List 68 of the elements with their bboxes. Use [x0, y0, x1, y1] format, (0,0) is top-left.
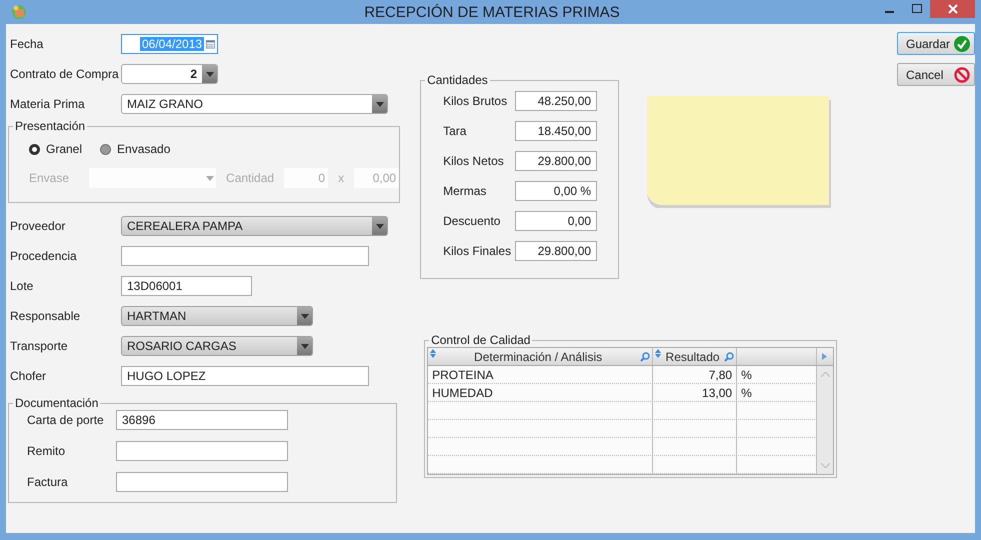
input-field[interactable]: HUGO LOPEZ: [121, 366, 369, 386]
caret-icon: [822, 353, 828, 360]
field-label: Tara: [443, 124, 468, 138]
field-label: Transporte: [10, 339, 69, 353]
field-label: Kilos Netos: [443, 154, 505, 168]
field-label: Contrato de Compra: [10, 67, 120, 81]
field-label: Kilos Brutos: [443, 94, 508, 108]
sort-icon: [655, 349, 662, 358]
field-label: Kilos Finales: [443, 244, 512, 258]
field-label: Responsable: [10, 309, 82, 323]
dropdown-arrow-icon: [204, 176, 216, 180]
field-label: Carta de porte: [26, 413, 105, 427]
scrollbar[interactable]: [817, 366, 834, 474]
app-icon: [10, 3, 28, 21]
field-label: Mermas: [443, 184, 488, 198]
maximize-icon: [912, 4, 922, 14]
field-label: Descuento: [443, 214, 502, 228]
field-label: Procedencia: [10, 249, 78, 263]
input-field[interactable]: 36896: [116, 410, 288, 430]
dropdown[interactable]: ROSARIO CARGAS: [121, 336, 313, 356]
minimize-icon: [885, 11, 894, 13]
input-field[interactable]: 13D06001: [121, 276, 252, 296]
field-label: Cantidad: [226, 171, 274, 185]
search-icon: [640, 352, 650, 362]
checkmark-icon: [954, 36, 970, 52]
input-field[interactable]: 18.450,00: [515, 121, 598, 141]
input-field[interactable]: 29.800,00: [515, 241, 598, 261]
table-cell: HUMEDAD: [428, 384, 654, 401]
input-field[interactable]: [116, 441, 288, 461]
field-label: Fecha: [10, 37, 44, 51]
times-sign: x: [338, 171, 344, 185]
window-title: RECEPCIÓN DE MATERIAS PRIMAS: [363, 4, 621, 20]
input-field[interactable]: 48.250,00: [515, 91, 598, 111]
table-cell: 13,00: [653, 384, 738, 401]
group-title: Documentación: [14, 397, 100, 409]
input-field[interactable]: 0,00: [515, 211, 598, 231]
save-button[interactable]: Guardar: [897, 32, 975, 55]
field-label: Materia Prima: [10, 97, 86, 111]
field-label: Lote: [10, 279, 34, 293]
scroll-up-icon: [820, 372, 830, 377]
close-icon: [948, 4, 958, 14]
table-cell: 7,80: [653, 366, 738, 383]
group-title: Control de Calidad: [430, 334, 532, 346]
input-field[interactable]: [121, 246, 369, 266]
input-field[interactable]: [116, 472, 288, 492]
column-header[interactable]: Resultado: [653, 348, 738, 365]
input-field[interactable]: 0,00 %: [515, 181, 598, 201]
search-icon: [724, 352, 734, 362]
input-field[interactable]: 29.800,00: [515, 151, 598, 171]
cancel-button[interactable]: Cancel: [897, 63, 975, 86]
field-label: Proveedor: [10, 219, 66, 233]
group-title: Presentación: [14, 120, 86, 132]
sort-icon: [430, 349, 436, 358]
field-label: Envase: [29, 171, 70, 185]
field-label: Chofer: [10, 369, 48, 383]
column-header[interactable]: Determinación / Análisis: [428, 348, 654, 365]
field-label: Remito: [26, 444, 66, 458]
field-label: Factura: [26, 475, 69, 489]
dropdown[interactable]: 2: [121, 64, 218, 84]
dropdown[interactable]: MAIZ GRANO: [121, 94, 388, 114]
dropdown[interactable]: HARTMAN: [121, 306, 313, 326]
close-button[interactable]: [930, 0, 975, 18]
prohibited-icon: [954, 66, 970, 82]
calendar-icon: [206, 37, 215, 51]
table-cell: PROTEINA: [428, 366, 654, 383]
dropdown[interactable]: CEREALERA PAMPA: [121, 216, 388, 236]
scroll-down-icon: [820, 463, 830, 468]
group-title: Cantidades: [426, 74, 489, 86]
